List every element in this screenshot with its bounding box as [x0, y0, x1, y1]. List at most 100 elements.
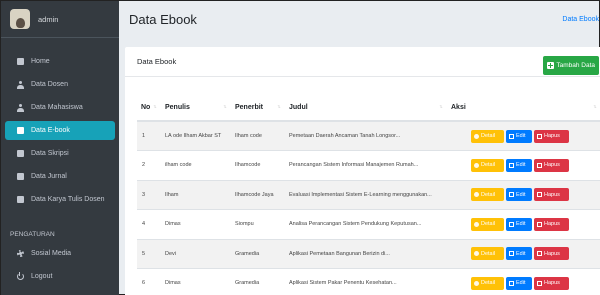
content-header: Data Ebook Data Ebook [119, 1, 599, 38]
edit-label: Edit [516, 250, 526, 257]
hapus-button[interactable]: Hapus [534, 217, 569, 231]
sidebar-item-data-ebook[interactable]: Data E-book [5, 121, 115, 140]
edit-label: Edit [516, 191, 526, 198]
cell-judul: Aplikasi Sistem Pakar Penentu Kesehatan.… [285, 268, 447, 295]
hapus-button[interactable]: Hapus [534, 158, 569, 172]
cell-penulis: Dimas [161, 268, 231, 295]
column-header-judul[interactable]: Judul ↑↓ [285, 94, 447, 122]
column-header-penerbit[interactable]: Penerbit ↑↓ [231, 94, 285, 122]
detail-button[interactable]: Detail [471, 158, 504, 172]
users-icon [16, 103, 24, 112]
card-header: Data Ebook Tambah Data [125, 47, 600, 77]
hapus-label: Hapus [544, 162, 560, 169]
sidebar-item-logout[interactable]: Logout [1, 267, 119, 286]
sort-icon: ↑↓ [439, 104, 443, 110]
column-label: Aksi [451, 103, 466, 111]
user-icon [16, 80, 24, 89]
hapus-label: Hapus [544, 191, 560, 198]
cell-penerbit: Siompu [231, 209, 285, 240]
cell-no: 1 [137, 121, 161, 151]
edit-button[interactable]: Edit [506, 276, 532, 290]
sidebar-item-data-dosen[interactable]: Data Dosen [1, 75, 119, 94]
cell-aksi: Detail Edit Hapus [447, 150, 600, 181]
hapus-button[interactable]: Hapus [534, 276, 569, 290]
book-icon [16, 127, 24, 135]
cell-no: 2 [137, 150, 161, 181]
edit-label: Edit [516, 162, 526, 169]
detail-button[interactable]: Detail [471, 129, 504, 143]
page-title: Data Ebook [129, 12, 197, 27]
cell-judul: Analisa Perancangan Sistem Pendukung Kep… [285, 209, 447, 240]
info-icon [474, 133, 479, 139]
edit-button[interactable]: Edit [506, 158, 532, 172]
cell-judul: Evaluasi Implementasi Sistem E-Learning … [285, 180, 447, 210]
table-row: 4 Dimas Siompu Analisa Perancangan Siste… [137, 209, 600, 240]
cell-no: 4 [137, 209, 161, 240]
cell-no: 6 [137, 268, 161, 295]
column-header-aksi[interactable]: Aksi ↑↓ [447, 94, 600, 122]
hapus-button[interactable]: Hapus [534, 129, 569, 143]
cell-aksi: Detail Edit Hapus [447, 121, 600, 151]
trash-icon [537, 192, 542, 198]
edit-label: Edit [516, 280, 526, 287]
gear-icon [16, 250, 24, 258]
table-row: 5 Devi Gramedia Aplikasi Pemetaan Bangun… [137, 239, 600, 269]
edit-button[interactable]: Edit [506, 129, 532, 143]
edit-icon [509, 192, 514, 198]
trash-icon [537, 162, 542, 168]
column-label: No [141, 103, 151, 111]
trash-icon [537, 251, 542, 257]
table-row: 3 Ilham Ilhamcode Jaya Evaluasi Implemen… [137, 180, 600, 210]
table-row: 1 LA ode Ilham Akbar ST Ilham code Pemet… [137, 121, 600, 151]
avatar [10, 9, 30, 29]
column-header-no[interactable]: No ↑↓ [137, 94, 161, 122]
detail-button[interactable]: Detail [471, 247, 504, 261]
hapus-label: Hapus [544, 221, 560, 228]
edit-button[interactable]: Edit [506, 247, 532, 261]
sidebar-item-data-skripsi[interactable]: Data Skripsi [1, 144, 119, 163]
sidebar-nav: Home Data Dosen Data Mahasiswa Data E-bo… [1, 38, 119, 286]
cell-aksi: Detail Edit Hapus [447, 268, 600, 295]
add-data-button[interactable]: Tambah Data [543, 56, 599, 75]
sidebar-item-label: Logout [31, 273, 53, 280]
cell-penerbit: Ilhamcode Jaya [231, 180, 285, 210]
book-icon [16, 196, 24, 204]
column-label: Penerbit [235, 103, 264, 111]
cell-penulis: Devi [161, 239, 231, 269]
breadcrumb[interactable]: Data Ebook [562, 16, 599, 23]
info-icon [474, 221, 479, 227]
hapus-button[interactable]: Hapus [534, 247, 569, 261]
user-name: admin [38, 14, 59, 24]
detail-button[interactable]: Detail [471, 188, 504, 202]
sort-icon: ↑↓ [593, 104, 597, 110]
sidebar-item-sosial-media[interactable]: Sosial Media [1, 244, 119, 263]
edit-button[interactable]: Edit [506, 188, 532, 202]
detail-button[interactable]: Detail [471, 276, 504, 290]
detail-button[interactable]: Detail [471, 217, 504, 231]
cell-penulis: Ilham [161, 180, 231, 210]
sidebar-item-label: Data Skripsi [31, 150, 69, 157]
user-panel[interactable]: admin [1, 1, 119, 38]
hapus-label: Hapus [544, 250, 560, 257]
sidebar-item-data-jurnal[interactable]: Data Jurnal [1, 167, 119, 186]
cell-penulis: ilham code [161, 150, 231, 181]
sidebar-item-label: Data Mahasiswa [31, 104, 83, 111]
edit-button[interactable]: Edit [506, 217, 532, 231]
cell-aksi: Detail Edit Hapus [447, 239, 600, 269]
column-label: Penulis [165, 103, 190, 111]
column-header-penulis[interactable]: Penulis ↑↓ [161, 94, 231, 122]
sidebar-item-data-mahasiswa[interactable]: Data Mahasiswa [1, 98, 119, 117]
sidebar-item-data-karya-tulis-dosen[interactable]: Data Karya Tulis Dosen [1, 190, 119, 209]
edit-icon [509, 280, 514, 286]
trash-icon [537, 133, 542, 139]
cell-judul: Perancangan Sistem Informasi Manajemen R… [285, 150, 447, 181]
card-title: Data Ebook [137, 57, 177, 66]
edit-label: Edit [516, 221, 526, 228]
hapus-label: Hapus [544, 280, 560, 287]
detail-label: Detail [481, 162, 496, 169]
book-icon [16, 173, 24, 181]
sidebar-item-home[interactable]: Home [1, 52, 119, 71]
hapus-button[interactable]: Hapus [534, 188, 569, 202]
cell-penulis: Dimas [161, 209, 231, 240]
cell-no: 3 [137, 180, 161, 210]
